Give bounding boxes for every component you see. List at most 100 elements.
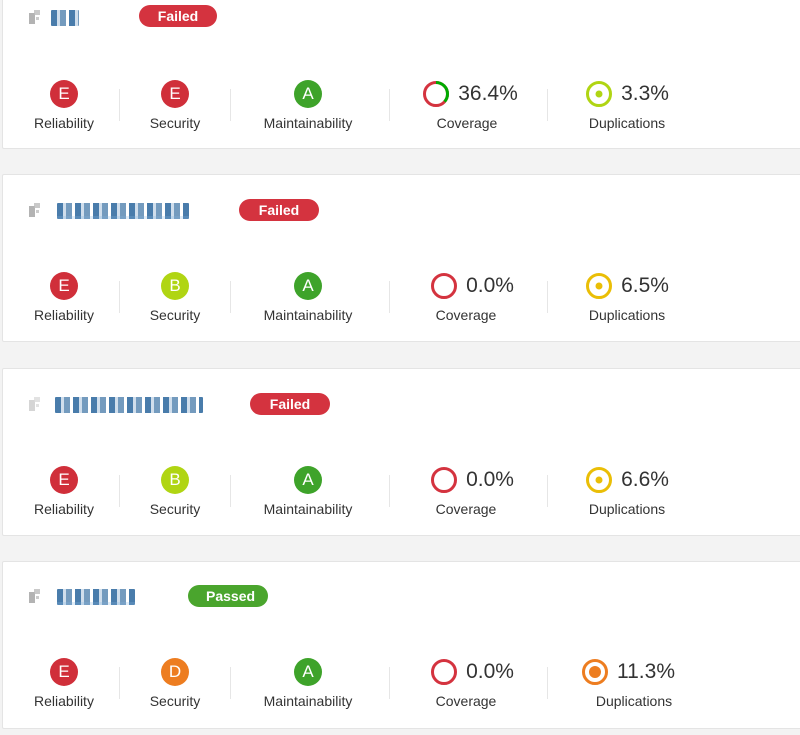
reliability-rating-icon: E <box>50 272 78 300</box>
duplications-metric[interactable]: 11.3% Duplications <box>571 657 685 709</box>
coverage-metric[interactable]: 0.0% Coverage <box>417 657 527 709</box>
duplications-level-icon <box>586 81 613 107</box>
project-qualifier-icon <box>27 9 45 27</box>
reliability-label: Reliability <box>34 693 94 709</box>
duplications-metric[interactable]: 3.3% Duplications <box>577 79 677 131</box>
coverage-label: Coverage <box>436 115 498 131</box>
divider <box>389 89 390 121</box>
maintainability-label: Maintainability <box>263 693 353 709</box>
reliability-rating-icon: E <box>50 466 78 494</box>
divider <box>389 475 390 507</box>
divider <box>547 89 548 121</box>
coverage-value: 0.0% <box>466 660 514 683</box>
divider <box>389 667 390 699</box>
quality-gate-status-badge: Failed <box>239 199 319 221</box>
security-label: Security <box>149 693 201 709</box>
duplications-label: Duplications <box>588 501 666 517</box>
security-rating-icon: B <box>161 272 189 300</box>
duplications-level-icon <box>582 659 608 685</box>
security-rating-icon: E <box>161 80 189 108</box>
project-qualifier-icon <box>27 588 45 606</box>
maintainability-rating-icon: A <box>294 658 322 686</box>
divider <box>119 281 120 313</box>
duplications-metric[interactable]: 6.6% Duplications <box>577 465 677 517</box>
divider <box>230 667 231 699</box>
security-metric[interactable]: B Security <box>135 271 215 323</box>
coverage-value: 0.0% <box>466 274 514 297</box>
reliability-rating-icon: E <box>50 658 78 686</box>
coverage-label: Coverage <box>435 693 497 709</box>
project-card: Passed E Reliability D Security A Mainta… <box>2 561 800 729</box>
divider <box>547 281 548 313</box>
coverage-donut-icon <box>423 81 450 107</box>
maintainability-label: Maintainability <box>263 307 353 323</box>
duplications-level-icon <box>586 467 613 493</box>
project-header <box>27 585 135 609</box>
project-card: Failed E Reliability B Security A Mainta… <box>2 368 800 536</box>
maintainability-metric[interactable]: A Maintainability <box>255 271 361 323</box>
maintainability-metric[interactable]: A Maintainability <box>255 79 361 131</box>
project-card: Failed E Reliability E Security A Mainta… <box>2 0 800 149</box>
reliability-metric[interactable]: E Reliability <box>23 79 105 131</box>
duplications-value: 6.6% <box>621 468 669 491</box>
maintainability-metric[interactable]: A Maintainability <box>255 465 361 517</box>
divider <box>119 475 120 507</box>
security-rating-icon: D <box>161 658 189 686</box>
project-header <box>27 393 203 417</box>
coverage-metric[interactable]: 36.4% Coverage <box>411 79 529 131</box>
duplications-label: Duplications <box>588 307 666 323</box>
maintainability-label: Maintainability <box>263 115 353 131</box>
security-label: Security <box>149 501 201 517</box>
duplications-level-icon <box>586 273 613 299</box>
divider <box>119 667 120 699</box>
project-name-link[interactable] <box>57 589 135 605</box>
coverage-metric[interactable]: 0.0% Coverage <box>417 465 527 517</box>
divider <box>547 667 548 699</box>
project-header <box>27 6 79 30</box>
divider <box>230 89 231 121</box>
security-metric[interactable]: E Security <box>135 79 215 131</box>
security-metric[interactable]: D Security <box>135 657 215 709</box>
maintainability-rating-icon: A <box>294 272 322 300</box>
divider <box>547 475 548 507</box>
reliability-label: Reliability <box>34 115 94 131</box>
reliability-metric[interactable]: E Reliability <box>23 271 105 323</box>
project-name-link[interactable] <box>57 203 189 219</box>
quality-gate-status-badge: Passed <box>188 585 268 607</box>
duplications-value: 11.3% <box>617 660 675 683</box>
project-card: Failed E Reliability B Security A Mainta… <box>2 174 800 342</box>
duplications-value: 3.3% <box>621 82 669 105</box>
maintainability-rating-icon: A <box>294 80 322 108</box>
project-qualifier-icon <box>27 202 45 220</box>
reliability-label: Reliability <box>34 501 94 517</box>
divider <box>119 89 120 121</box>
project-name-link[interactable] <box>51 10 79 26</box>
reliability-metric[interactable]: E Reliability <box>23 657 105 709</box>
coverage-value: 0.0% <box>466 468 514 491</box>
duplications-label: Duplications <box>588 115 666 131</box>
divider <box>230 281 231 313</box>
reliability-label: Reliability <box>34 307 94 323</box>
coverage-label: Coverage <box>435 501 497 517</box>
project-qualifier-icon <box>27 396 45 414</box>
maintainability-rating-icon: A <box>294 466 322 494</box>
quality-gate-status-badge: Failed <box>250 393 330 415</box>
duplications-metric[interactable]: 6.5% Duplications <box>577 271 677 323</box>
security-label: Security <box>149 307 201 323</box>
security-metric[interactable]: B Security <box>135 465 215 517</box>
duplications-label: Duplications <box>595 693 673 709</box>
coverage-donut-icon <box>431 659 458 685</box>
maintainability-metric[interactable]: A Maintainability <box>255 657 361 709</box>
coverage-metric[interactable]: 0.0% Coverage <box>417 271 527 323</box>
project-name-link[interactable] <box>55 397 203 413</box>
divider <box>389 281 390 313</box>
coverage-donut-icon <box>431 273 458 299</box>
duplications-value: 6.5% <box>621 274 669 297</box>
security-label: Security <box>149 115 201 131</box>
coverage-label: Coverage <box>435 307 497 323</box>
coverage-donut-icon <box>431 467 458 493</box>
coverage-value: 36.4% <box>458 82 518 105</box>
reliability-metric[interactable]: E Reliability <box>23 465 105 517</box>
quality-gate-status-badge: Failed <box>139 5 217 27</box>
project-header <box>27 199 189 223</box>
